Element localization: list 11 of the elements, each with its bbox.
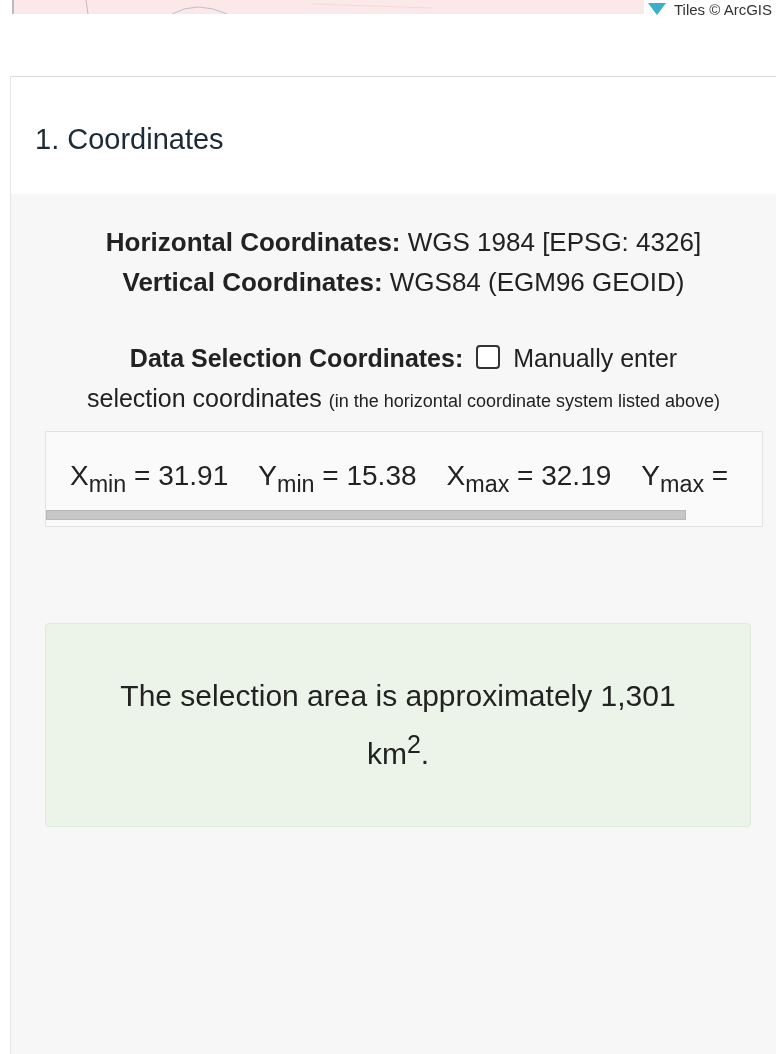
map-attribution: Tiles © ArcGIS	[674, 0, 772, 20]
bound-value: Y$_{max}$ =	[641, 460, 729, 498]
coordinate-system: Horizontal Coordinates: WGS 1984 [EPSG: 4326]	[105, 226, 702, 259]
selection-coordinates-text: Data Selection Coordinates: Manually enter selection coordinates (in the horizontal coordinate system listed above)	[86, 343, 721, 414]
bound-value: X$_{max}$ = 32.19	[446, 460, 612, 498]
scrollbar[interactable]	[46, 509, 686, 520]
bound-value: X$_{min}$ = 31.91	[70, 460, 229, 498]
bound-value: Y$_{min}$ = 15.38	[258, 460, 417, 498]
coordinate-system: Vertical Coordinates: WGS84 (EGM96 GEOID)	[122, 266, 685, 299]
area-message: The selection area is approximately 1,301 km$^{2}$.	[45, 622, 751, 827]
manual-entry-checkbox[interactable]	[476, 345, 501, 369]
